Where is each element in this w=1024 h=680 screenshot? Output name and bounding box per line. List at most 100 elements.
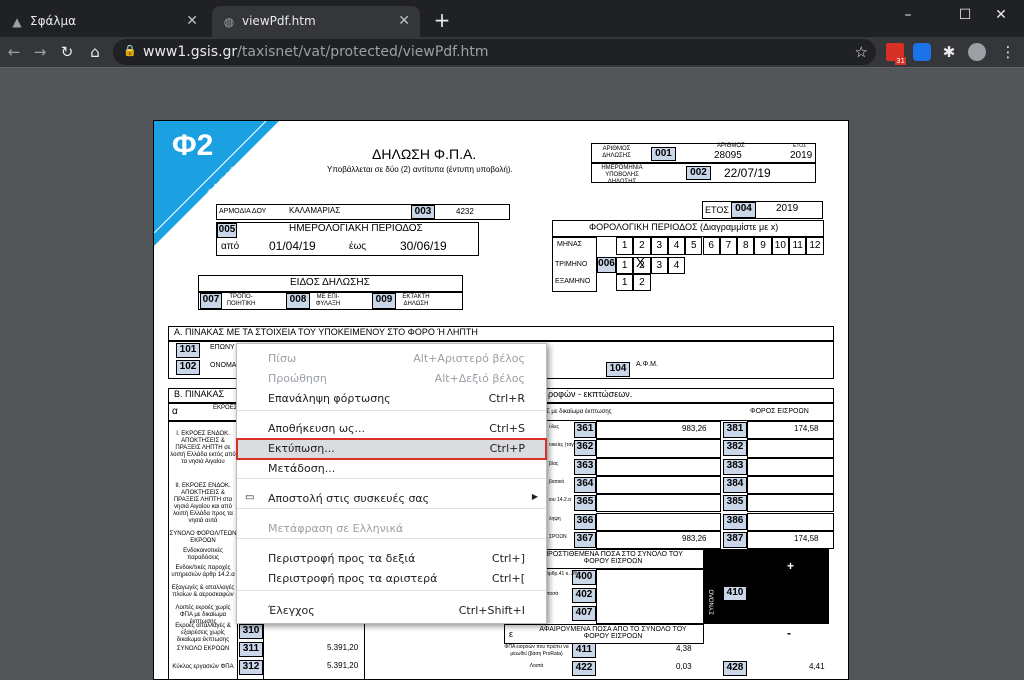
plus-label-400: άρθρ.41 κ. 3%) xyxy=(546,571,580,577)
menu-item-shortcut: Alt+Αριστερό βέλος xyxy=(413,352,525,365)
toolbar-divider xyxy=(0,67,1024,68)
hmerominia-label: ΗΜΕΡΟΜΗΝΙΑ ΥΠΟΒΟΛΗΣ ΔΗΛΩΣΗΣ xyxy=(601,165,643,185)
code-382: 382 xyxy=(723,440,747,457)
code-003: 003 xyxy=(411,205,435,219)
bookmark-star-icon[interactable]: ☆ xyxy=(855,39,868,65)
menu-item-2[interactable]: Επανάληψη φόρτωσης Ctrl+R xyxy=(237,389,546,409)
right-value: 174,58 xyxy=(794,533,819,543)
mid-value: 983,26 xyxy=(682,533,707,543)
mid-value-cell xyxy=(596,439,721,458)
month-cell: 8 xyxy=(737,237,755,255)
menu-item-label: Προώθηση xyxy=(268,372,327,385)
month-cell: 6 xyxy=(702,237,720,255)
menu-separator xyxy=(237,410,546,411)
eidos-label: ΕΙΔΟΣ ΔΗΛΩΣΗΣ xyxy=(290,277,370,288)
menu-item-10[interactable]: Έλεγχος Ctrl+Shift+I xyxy=(237,601,546,621)
row-label-ekroes-i: I. ΕΚΡΟΕΣ ΕΝΔΟΚ. ΑΠΟΚΤΗΣΕΙΣ & ΠΡΑΞΕΙΣ ΛΗ… xyxy=(170,431,236,465)
etos-label: ΕΤΟΣ xyxy=(705,205,729,215)
trimino-label: ΤΡΙΜΗΝΟ xyxy=(555,261,588,268)
code-367: 367 xyxy=(574,531,596,548)
month-cell: 10 xyxy=(771,237,789,255)
month-cell: 9 xyxy=(754,237,772,255)
arithmos-small: ΑΡΙΘΜΟΣ xyxy=(717,143,745,149)
menu-item-7[interactable]: Μετάφραση σε Ελληνικά xyxy=(237,519,546,539)
value-411: 4,38 xyxy=(676,644,692,653)
close-tab-icon[interactable]: ✕ xyxy=(186,6,198,37)
calendar-extension-icon[interactable]: 31 xyxy=(886,43,906,65)
doy-code: 4232 xyxy=(456,207,474,216)
mid-row-label: ΣΡΟΩΝ xyxy=(549,533,567,540)
armodia-label: ΑΡΜΟΔΙΑ ΔΟΥ xyxy=(219,208,267,215)
address-bar[interactable]: 🔒 www1.gsis.gr/taxisnet/vat/protected/vi… xyxy=(113,39,876,65)
tab-strip: ▲ Σφάλμα ✕ ◍ viewPdf.htm ✕ + – ☐ ✕ xyxy=(0,0,1024,37)
new-tab-button[interactable]: + xyxy=(430,8,454,32)
etos-value: 2019 xyxy=(776,203,799,214)
menu-item-label: Περιστροφή προς τα αριστερά xyxy=(268,572,438,585)
code-009: 009 xyxy=(372,293,396,309)
right-value-cell xyxy=(747,457,834,476)
code-366: 366 xyxy=(574,513,596,530)
menu-item-9[interactable]: Περιστροφή προς τα αριστερά Ctrl+[ xyxy=(237,569,546,589)
menu-item-label: Πίσω xyxy=(268,352,297,365)
code-361: 361 xyxy=(574,422,596,438)
menu-item-4[interactable]: Εκτύπωση... Ctrl+P xyxy=(236,438,547,460)
month-cell: 7 xyxy=(719,237,738,255)
menu-item-6[interactable]: ▭ Αποστολή στις συσκευές σας ▶ xyxy=(237,489,546,509)
code-407: 407 xyxy=(572,606,596,621)
menu-item-5[interactable]: Μετάδοση... xyxy=(237,459,546,479)
menu-separator xyxy=(237,590,546,591)
reload-icon[interactable]: ↻ xyxy=(55,40,79,64)
code-310: 310 xyxy=(239,624,263,639)
code-008: 008 xyxy=(286,293,310,309)
code-004: 004 xyxy=(731,202,756,218)
minimize-button[interactable]: – xyxy=(885,0,931,30)
month-cell: 5 xyxy=(685,237,703,255)
menu-separator xyxy=(237,508,546,509)
quarter-cell: 4 xyxy=(667,257,686,274)
ekroes-dik-header: ΕΣ με δικαίωμα έκπτωσης xyxy=(542,409,612,415)
row-label-endokoin: Ενδοκοινοτικές παραδόσεις xyxy=(183,548,223,561)
row-label-endok-ypiresion: Ενδοκ/τικές παροχές υπηρεσιών άρθρ 14.2.… xyxy=(171,565,235,578)
quarter-cell: 3 xyxy=(650,257,668,274)
extensions-puzzle-icon[interactable]: ✱ xyxy=(940,43,958,61)
menu-item-0[interactable]: Πίσω Alt+Αριστερό βέλος xyxy=(237,349,546,369)
code-312: 312 xyxy=(239,660,263,675)
tab-viewpdf[interactable]: ◍ viewPdf.htm ✕ xyxy=(212,6,420,37)
code-422-label: Λοιπά xyxy=(529,663,544,669)
plus-label-402: ποσά xyxy=(546,591,559,597)
row-label-ekroes-ii: II. ΕΚΡΟΕΣ ΕΝΔΟΚ. ΑΠΟΚΤΗΣΕΙΣ & ΠΡΑΞΕΙΣ Λ… xyxy=(173,483,233,524)
code-428: 428 xyxy=(723,661,747,676)
home-icon[interactable]: ⌂ xyxy=(83,40,107,64)
code-001: 001 xyxy=(651,147,676,161)
right-value-cell xyxy=(747,512,834,531)
profile-avatar[interactable] xyxy=(968,43,986,61)
row-label-exagoges: Εξαγωγές & απαλλαγές πλοίων & αεροσκαφών xyxy=(171,585,235,598)
menu-item-label: Μετάδοση... xyxy=(268,462,336,475)
mid-value-cell xyxy=(596,494,721,513)
back-arrow-icon[interactable]: ← xyxy=(2,40,26,64)
close-window-button[interactable]: ✕ xyxy=(978,0,1024,30)
right-value-cell xyxy=(747,421,834,440)
arithmos-value: 28095 xyxy=(714,150,742,161)
menu-item-8[interactable]: Περιστροφή προς τα δεξιά Ctrl+] xyxy=(237,549,546,569)
menu-item-shortcut: Ctrl+] xyxy=(491,552,525,565)
close-tab-icon[interactable]: ✕ xyxy=(398,6,410,37)
tab-error[interactable]: ▲ Σφάλμα ✕ xyxy=(0,6,208,37)
hmerominia-value: 22/07/19 xyxy=(724,166,771,180)
cloud-extension-icon[interactable] xyxy=(913,43,931,61)
eos-value: 30/06/19 xyxy=(400,239,447,253)
apo-value: 01/04/19 xyxy=(269,239,316,253)
menu-item-label: Αποστολή στις συσκευές σας xyxy=(268,492,430,505)
menu-item-1[interactable]: Προώθηση Alt+Δεξιό βέλος xyxy=(237,369,546,389)
devices-icon: ▭ xyxy=(245,492,255,503)
menu-item-3[interactable]: Αποθήκευση ως... Ctrl+S xyxy=(237,419,546,439)
menu-kebab-icon[interactable]: ⋮ xyxy=(996,40,1020,64)
forward-arrow-icon[interactable]: → xyxy=(28,40,52,64)
menu-item-shortcut: Ctrl+P xyxy=(489,442,525,455)
month-cell: 4 xyxy=(667,237,686,255)
eponymo-label: ΕΠΩΝΥ xyxy=(210,344,235,351)
mid-value-cell xyxy=(596,457,721,476)
alpha-label: α xyxy=(172,406,178,417)
code-311: 311 xyxy=(239,642,263,657)
menu-item-shortcut: Ctrl+R xyxy=(488,392,525,405)
